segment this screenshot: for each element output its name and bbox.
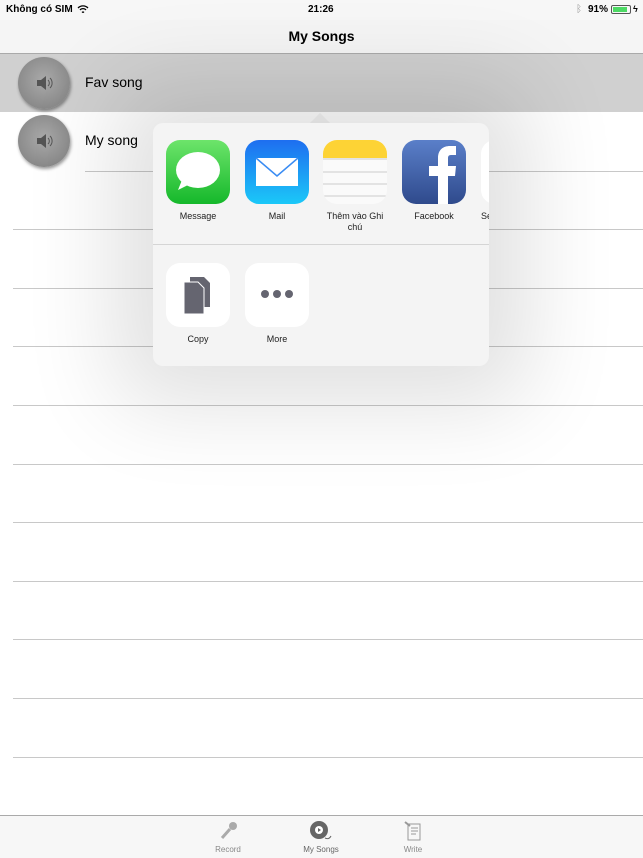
navigation-bar: My Songs	[0, 20, 643, 54]
share-mail-button[interactable]: Mail	[245, 140, 309, 222]
wifi-icon	[77, 5, 89, 14]
clock: 21:26	[308, 4, 334, 15]
status-bar: Không có SIM 21:26 ᛒ 91% ϟ	[0, 0, 643, 20]
divider	[13, 698, 643, 699]
partial-app-icon	[481, 140, 489, 204]
app-label: Se	[481, 211, 489, 221]
divider	[13, 405, 643, 406]
divider	[13, 464, 643, 465]
action-label: More	[266, 334, 288, 344]
microphone-icon	[220, 822, 237, 839]
share-sheet: Message Mail Thêm vào Ghi chú Facebook S…	[153, 123, 489, 366]
tab-label: Write	[403, 845, 423, 854]
app-label: Facebook	[414, 211, 454, 221]
divider	[13, 639, 643, 640]
app-label: Thêm vào Ghi chú	[326, 211, 384, 232]
notes-icon	[323, 140, 387, 204]
divider	[13, 522, 643, 523]
share-facebook-button[interactable]: Facebook	[402, 140, 466, 222]
song-title: My song	[85, 132, 138, 148]
speaker-icon	[18, 57, 70, 109]
divider	[13, 581, 643, 582]
copy-button[interactable]: Copy	[166, 263, 230, 344]
page-title: My Songs	[288, 28, 355, 44]
tab-bar: Record My Songs Write	[0, 815, 643, 858]
speaker-icon	[18, 115, 70, 167]
app-label: Mail	[268, 211, 286, 221]
more-icon	[245, 263, 309, 327]
tab-record[interactable]: Record	[198, 820, 258, 854]
divider	[13, 757, 643, 758]
charging-icon: ϟ	[633, 4, 638, 14]
tab-label: My Songs	[303, 845, 339, 854]
bluetooth-icon: ᛒ	[576, 4, 582, 15]
mail-icon	[245, 140, 309, 204]
message-icon	[166, 140, 230, 204]
film-reel-icon	[310, 821, 332, 840]
action-label: Copy	[187, 334, 209, 344]
tab-write[interactable]: Write	[383, 820, 443, 854]
share-notes-button[interactable]: Thêm vào Ghi chú	[323, 140, 387, 233]
share-partial-button[interactable]: Se	[481, 140, 489, 222]
notepad-icon	[404, 821, 421, 841]
carrier: Không có SIM	[6, 4, 73, 15]
popover-arrow	[310, 113, 330, 123]
tab-my-songs[interactable]: My Songs	[291, 820, 351, 854]
tab-label: Record	[215, 845, 241, 854]
app-label: Message	[179, 211, 217, 221]
battery-icon	[611, 5, 631, 14]
copy-icon	[166, 263, 230, 327]
section-divider	[153, 244, 489, 245]
share-message-button[interactable]: Message	[166, 140, 230, 222]
battery-percent: 91%	[588, 4, 609, 15]
song-title: Fav song	[85, 74, 143, 90]
more-button[interactable]: More	[245, 263, 309, 344]
facebook-icon	[402, 140, 466, 204]
song-row[interactable]: Fav song	[0, 54, 643, 112]
